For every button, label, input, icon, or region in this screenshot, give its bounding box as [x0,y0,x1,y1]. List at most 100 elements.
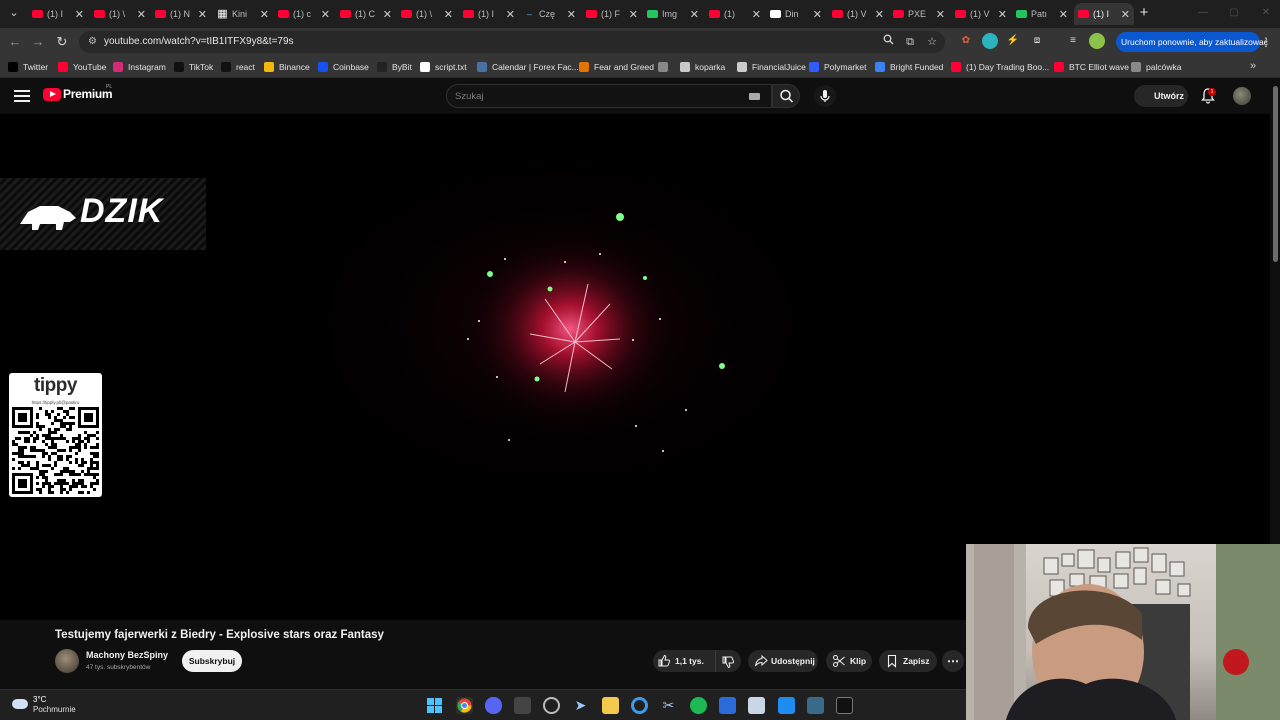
bookmark-item[interactable]: Fear and Greed [579,60,654,74]
bookmark-item[interactable]: Bright Funded [875,60,943,74]
voice-search-button[interactable] [814,85,836,107]
extension-icon-3[interactable]: ⚡ [1005,33,1021,49]
notepad-icon[interactable] [748,697,765,714]
create-button[interactable]: Utwórz [1134,85,1188,107]
browser-tab[interactable]: (1) I ✕ [28,3,88,25]
discord-taskbar-icon[interactable] [485,697,502,714]
profile-icon[interactable] [1089,33,1105,49]
bookmark-item[interactable]: script.txt [420,60,467,74]
like-button[interactable]: 1,1 tys. [653,650,715,672]
start-menu-icon[interactable] [426,697,443,714]
more-actions-button[interactable]: ⋯ [942,650,964,672]
channel-avatar[interactable] [55,649,79,673]
bookmark-star-icon[interactable]: ☆ [924,34,940,50]
cloud-icon[interactable] [12,699,28,709]
update-restart-button[interactable]: Uruchom ponownie, aby zaktualizować [1116,32,1268,52]
browser-tab[interactable]: (1) c ✕ [274,3,334,25]
bookmark-item[interactable]: koparka [680,60,725,74]
browser-tab[interactable]: – Czę ✕ [520,3,580,25]
bookmark-item[interactable]: Binance [264,60,310,74]
browser-tab[interactable]: (1) ✕ [705,3,765,25]
close-tab-icon[interactable]: ✕ [567,8,576,21]
install-app-icon[interactable]: ⧉ [902,34,918,50]
extension-icon-1[interactable]: ✿ [958,33,974,49]
site-info-icon[interactable]: ⚙ [88,35,100,49]
bookmark-item[interactable]: react [221,60,255,74]
media-control-icon[interactable]: ≡ [1065,33,1081,49]
app-taskbar-icon-3[interactable]: ➤ [572,697,589,714]
close-tab-icon[interactable]: ✕ [75,8,84,21]
app-taskbar-icon-1[interactable] [514,697,531,714]
chrome-taskbar-icon[interactable] [456,697,473,714]
bookmark-item[interactable]: TikTok [174,60,213,74]
zoom-icon[interactable] [880,34,896,50]
share-button[interactable]: Udostępnij [748,650,818,672]
browser-tab[interactable]: (1) \ ✕ [90,3,150,25]
browser-tab[interactable]: (1) V ✕ [951,3,1011,25]
close-tab-icon[interactable]: ✕ [444,8,453,21]
close-tab-icon[interactable]: ✕ [383,8,392,21]
browser-tab[interactable]: (1) I ✕ [459,3,519,25]
back-button[interactable]: ← [6,33,24,51]
app-taskbar-icon-7[interactable] [778,697,795,714]
app-taskbar-icon-6[interactable] [719,697,736,714]
keyboard-icon[interactable] [749,93,760,100]
browser-tab[interactable]: (1) V ✕ [828,3,888,25]
browser-tab[interactable]: (1) F ✕ [582,3,642,25]
spotify-icon[interactable] [690,697,707,714]
app-taskbar-icon-2[interactable] [543,697,560,714]
browser-tab[interactable]: (1) \ ✕ [397,3,457,25]
browser-tab[interactable]: (1) N ✕ [151,3,211,25]
weather-temperature[interactable]: 3°C [33,695,46,704]
bookmark-item[interactable]: BTC Elliot wave [1054,60,1129,74]
close-tab-icon[interactable]: ✕ [629,8,638,21]
address-bar[interactable]: ⚙ youtube.com/watch?v=tIB1ITFX9y8&t=79s … [79,31,945,53]
maximize-button[interactable]: ▢ [1224,4,1244,22]
browser-tab[interactable]: (1) C ✕ [336,3,396,25]
app-taskbar-icon-4[interactable] [631,697,648,714]
weather-description[interactable]: Pochmurnie [33,705,76,714]
bookmark-item[interactable] [658,60,673,74]
close-tab-icon[interactable]: ✕ [936,8,945,21]
minimize-button[interactable]: — [1193,4,1213,22]
bookmark-item[interactable]: Instagram [113,60,166,74]
browser-tab[interactable]: (1) I ✕ [1074,3,1134,25]
close-tab-icon[interactable]: ✕ [506,8,515,21]
bookmark-item[interactable]: Twitter [8,60,48,74]
close-tab-icon[interactable]: ✕ [198,8,207,21]
terminal-icon[interactable] [836,697,853,714]
channel-name[interactable]: Machony BezSpiny [86,650,168,660]
close-tab-icon[interactable]: ✕ [321,8,330,21]
save-button[interactable]: Zapisz [879,650,937,672]
browser-tab[interactable]: ▦ Kini ✕ [213,3,273,25]
close-tab-icon[interactable]: ✕ [752,8,761,21]
scrollbar-thumb[interactable] [1273,86,1278,262]
clip-button[interactable]: Klip [826,650,872,672]
bookmark-item[interactable]: Calendar | Forex Fac... [477,60,579,74]
browser-menu-icon[interactable]: ⋮ [1260,33,1272,51]
close-window-button[interactable]: ✕ [1256,4,1276,22]
close-tab-icon[interactable]: ✕ [137,8,146,21]
extensions-puzzle-icon[interactable]: ⧈ [1029,33,1045,49]
app-taskbar-icon-5[interactable]: ✂ [660,697,677,714]
bookmark-item[interactable]: palcówka [1131,60,1181,74]
new-tab-button[interactable]: + [1136,4,1152,22]
dislike-button[interactable] [715,650,741,672]
browser-tab[interactable]: Patı ✕ [1012,3,1072,25]
close-tab-icon[interactable]: ✕ [998,8,1007,21]
url-text[interactable]: youtube.com/watch?v=tIB1ITFX9y8&t=79s [104,36,294,47]
bookmark-item[interactable]: (1) Day Trading Boo... [951,60,1049,74]
browser-tab[interactable]: PXE ✕ [889,3,949,25]
extension-icon-2[interactable] [982,33,998,49]
close-tab-icon[interactable]: ✕ [875,8,884,21]
youtube-premium-label[interactable]: Premium [63,87,113,101]
search-button[interactable] [772,84,800,108]
bookmark-item[interactable]: ByBit [377,60,412,74]
tab-search-dropdown-icon[interactable]: ⌄ [6,5,22,21]
search-input[interactable] [447,85,737,107]
youtube-logo-icon[interactable] [43,88,61,101]
close-tab-icon[interactable]: ✕ [690,8,699,21]
browser-tab[interactable]: Din ✕ [766,3,826,25]
file-explorer-icon[interactable] [602,697,619,714]
browser-tab[interactable]: Img ✕ [643,3,703,25]
